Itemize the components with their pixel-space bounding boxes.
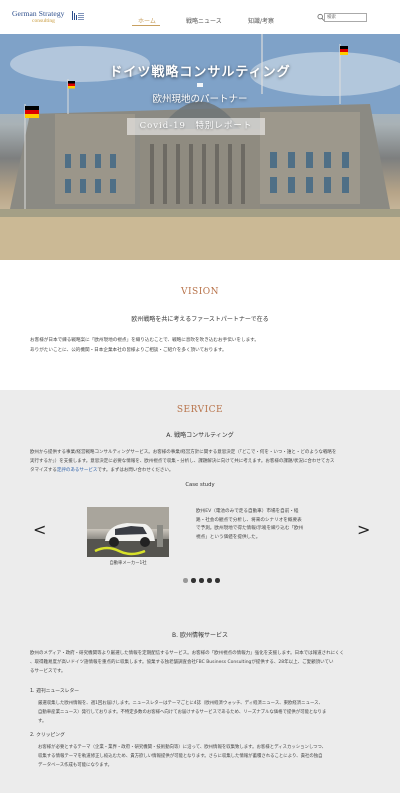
para-line: 実行するか」）を支援します。意思決定に必要な情報を、欧州視点で収集・分析し、課題… xyxy=(30,459,335,464)
vision-text-line: ありがたいことに、公的機関・日本企業本社の皆様よりご相談・ご紹介を多く頂いており… xyxy=(30,348,227,353)
carousel-dot[interactable] xyxy=(215,578,220,583)
vision-text-line: お客様が日本で練る戦略案に「欧州現地の視点」を織り込むことで、戦略に息吹を吹き込… xyxy=(30,338,259,343)
info-service-title: B. 欧州情報サービス xyxy=(172,632,228,639)
vision-section: VISION 欧州戦略を共に考えるファーストパートナーで在る お客様が日本で練る… xyxy=(0,260,400,390)
hero-divider xyxy=(197,83,203,87)
vision-tagline: 欧州戦略を共に考えるファーストパートナーで在る xyxy=(131,316,269,323)
para-line: タマイズする定評のあるサービスです。まずはお問い合わせください。 xyxy=(30,466,370,475)
para-line: 収集する情報テーマを軌道修正し絞込むため、貴方欲しい情報提供が可能となります。さ… xyxy=(38,754,323,759)
carousel-next-button[interactable]: > xyxy=(357,520,370,539)
clipping-description: お客様が必要とするテーマ（企業・業界・政府・研究機関・技術動向等）に沿って、欧州… xyxy=(38,743,368,770)
newsletter-description: 厳選収集した欧州情報を、週1回お届けします。ニュースレターはテーマごとに4誌（欧… xyxy=(38,699,368,726)
para-line: 、取得難易度が高いドイツ語情報を重点的に収集します。協業する独老舗調査会社FBC… xyxy=(30,660,334,665)
hero-banner: ドイツ戦略コンサルティング 欧州現地のパートナー Covid-19 特別レポート xyxy=(0,34,400,260)
para-line: 厳選収集した欧州情報を、週1回お届けします。ニュースレターはテーマごとに4誌（欧… xyxy=(38,701,323,706)
para-line: 欧州から提供する事業/経営戦略コンサルティングサービス。お客様の事業/経営方針に… xyxy=(30,450,337,455)
hero-title: ドイツ戦略コンサルティング xyxy=(109,65,291,80)
service-title: SERVICE xyxy=(176,405,224,415)
site-header: German Strategy consulting ホーム 戦略ニュース 知識… xyxy=(0,0,400,34)
strategy-consulting-description: 欧州から提供する事業/経営戦略コンサルティングサービス。お客様の事業/経営方針に… xyxy=(30,448,370,475)
logo[interactable]: German Strategy consulting xyxy=(12,9,84,29)
nav-home[interactable]: ホーム xyxy=(138,16,156,25)
para-line: るサービスです。 xyxy=(30,669,66,674)
carousel-prev-button[interactable]: < xyxy=(33,520,46,539)
logo-mark-icon xyxy=(72,11,84,20)
case-study-label: Case study xyxy=(185,482,215,488)
search-input[interactable] xyxy=(324,13,367,22)
vision-description: お客様が日本で練る戦略案に「欧州現地の視点」を織り込むことで、戦略に息吹を吹き込… xyxy=(30,336,370,356)
para-line: 欧州のメディア・政府・研究機関等より厳選した情報を定期配信するサービス。お客様の… xyxy=(30,651,345,656)
covid-report-button[interactable]: Covid-19 特別レポート xyxy=(127,118,265,135)
para-text: です。まずはお問い合わせください。 xyxy=(97,468,174,473)
carousel-dot[interactable] xyxy=(199,578,204,583)
para-text: タマイズする xyxy=(30,468,57,473)
vision-title: VISION xyxy=(180,287,220,297)
para-line: す。 xyxy=(38,719,47,724)
case-study-text: 欧州EV（電池のみで走る自動車）市場を自前・経路・社会の観点で分析し、将来のシナ… xyxy=(196,509,304,540)
service-section: SERVICE A. 戦略コンサルティング 欧州から提供する事業/経営戦略コンサ… xyxy=(0,390,400,793)
nav-strategy-news[interactable]: 戦略ニュース xyxy=(186,16,222,25)
nav-active-indicator xyxy=(132,25,160,26)
para-line: 自動車産業ニュース）発行しております。不特定多数のお客様へ向けてお届けするサービ… xyxy=(38,710,327,715)
service-link[interactable]: 定評のあるサービス xyxy=(57,468,98,473)
strategy-consulting-title: A. 戦略コンサルティング xyxy=(166,432,234,439)
hero-subtitle: 欧州現地のパートナー xyxy=(152,94,248,105)
carousel-dots xyxy=(183,578,220,583)
para-line: お客様が必要とするテーマ（企業・業界・政府・研究機関・技術動向等）に沿って、欧州… xyxy=(38,745,327,750)
newsletter-heading: 1. 週刊ニュースレター xyxy=(30,689,80,694)
carousel-dot[interactable] xyxy=(207,578,212,583)
ev-car-image xyxy=(87,507,169,557)
info-service-description: 欧州のメディア・政府・研究機関等より厳選した情報を定期配信するサービス。お客様の… xyxy=(30,649,370,676)
carousel-dot[interactable] xyxy=(191,578,196,583)
nav-insights[interactable]: 知識/考察 xyxy=(248,16,274,25)
clipping-heading: 2. クリッピング xyxy=(30,733,65,738)
case-study-image xyxy=(87,507,169,557)
carousel-dot[interactable] xyxy=(183,578,188,583)
search xyxy=(317,13,367,22)
case-study-caption: 自動車メーカー1社 xyxy=(109,561,147,566)
para-line: データベース作成も可能になります。 xyxy=(38,763,112,768)
